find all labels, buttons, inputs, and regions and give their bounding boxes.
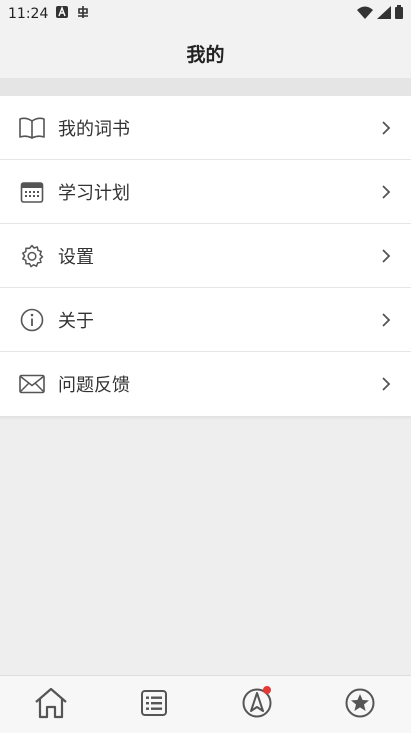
menu-item-feedback[interactable]: 问题反馈 (0, 352, 411, 416)
sim-icon (76, 5, 90, 23)
menu-item-settings[interactable]: 设置 (0, 224, 411, 288)
tab-discover[interactable] (227, 680, 287, 730)
gear-icon (18, 242, 46, 270)
tab-home[interactable] (21, 680, 81, 730)
chevron-right-icon (379, 183, 393, 201)
menu-item-my-books[interactable]: 我的词书 (0, 96, 411, 160)
status-left: 11:24 (8, 5, 90, 23)
menu-item-label: 学习计划 (58, 183, 130, 204)
menu-item-label: 问题反馈 (58, 375, 130, 396)
calendar-icon (18, 178, 46, 206)
status-time: 11:24 (8, 6, 49, 22)
mail-icon (18, 370, 46, 398)
wifi-icon (357, 6, 373, 23)
menu-divider (0, 416, 411, 420)
section-gap (0, 78, 411, 96)
menu-item-label: 设置 (58, 247, 94, 268)
list-icon (140, 689, 168, 721)
a-icon (56, 6, 69, 22)
menu-item-label: 我的词书 (58, 119, 130, 140)
tab-list[interactable] (124, 680, 184, 730)
signal-icon (377, 5, 391, 23)
star-icon (344, 687, 376, 723)
info-icon (18, 306, 46, 334)
notification-badge (262, 685, 271, 694)
page-title: 我的 (186, 43, 225, 66)
chevron-right-icon (379, 375, 393, 393)
chevron-right-icon (379, 247, 393, 265)
page-header: 我的 (0, 28, 411, 78)
chevron-right-icon (379, 119, 393, 137)
menu-item-study-plan[interactable]: 学习计划 (0, 160, 411, 224)
bottom-tab-bar (0, 675, 411, 733)
menu-item-about[interactable]: 关于 (0, 288, 411, 352)
battery-icon (395, 5, 403, 23)
home-icon (34, 687, 68, 723)
chevron-right-icon (379, 311, 393, 329)
menu-list: 我的词书 学习计划 设置 关于 问题反馈 (0, 96, 411, 416)
tab-favorites[interactable] (330, 680, 390, 730)
status-bar: 11:24 (0, 0, 411, 28)
menu-item-label: 关于 (58, 311, 94, 332)
book-icon (18, 114, 46, 142)
status-right (357, 5, 403, 23)
